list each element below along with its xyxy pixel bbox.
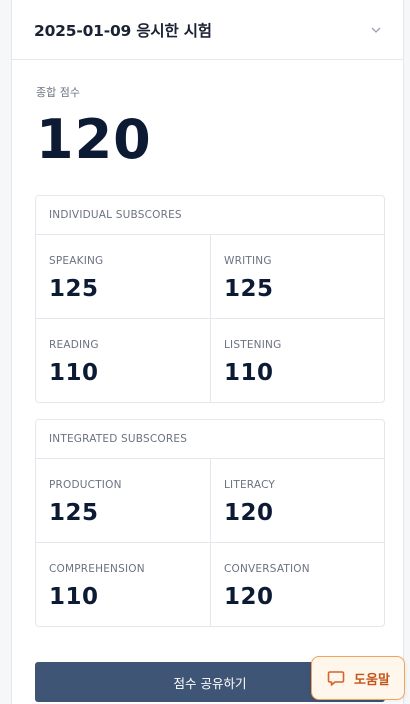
subscore-label: CONVERSATION [224,563,310,575]
subscore-value: 125 [49,276,99,302]
help-button[interactable]: 도움말 [311,656,405,700]
subscore-literacy: LITERACY 120 [211,459,384,543]
exam-date-dropdown[interactable]: 2025-01-09 응시한 시험 [12,0,403,60]
chevron-down-icon[interactable] [369,23,383,37]
subscore-label: SPEAKING [49,255,104,267]
subscore-speaking: SPEAKING 125 [36,235,211,319]
individual-subscores-title: INDIVIDUAL SUBSCORES [36,196,384,235]
subscore-label: READING [49,339,99,351]
subscore-value: 125 [49,500,99,526]
subscore-value: 110 [49,360,99,386]
subscore-label: PRODUCTION [49,479,122,491]
score-card: 2025-01-09 응시한 시험 종합 점수 120 INDIVIDUAL S… [11,0,404,704]
subscore-label: COMPREHENSION [49,563,145,575]
subscore-value: 125 [224,276,274,302]
subscore-conversation: CONVERSATION 120 [211,543,384,626]
subscore-label: LISTENING [224,339,282,351]
subscore-writing: WRITING 125 [211,235,384,319]
individual-subscores-section: INDIVIDUAL SUBSCORES SPEAKING 125 WRITIN… [35,195,385,403]
exam-date-title: 2025-01-09 응시한 시험 [34,21,212,40]
integrated-subscores-section: INTEGRATED SUBSCORES PRODUCTION 125 LITE… [35,419,385,627]
overall-score-label: 종합 점수 [36,86,80,99]
subscore-value: 120 [224,584,274,610]
subscore-comprehension: COMPREHENSION 110 [36,543,211,626]
subscore-value: 110 [224,360,274,386]
subscore-listening: LISTENING 110 [211,319,384,402]
subscore-value: 120 [224,500,274,526]
chat-bubble-icon [326,668,346,688]
overall-score-value: 120 [36,108,152,171]
subscore-label: LITERACY [224,479,276,491]
subscore-reading: READING 110 [36,319,211,402]
help-label: 도움말 [354,672,390,688]
subscore-label: WRITING [224,255,272,267]
subscore-value: 110 [49,584,99,610]
subscore-production: PRODUCTION 125 [36,459,211,543]
integrated-subscores-title: INTEGRATED SUBSCORES [36,420,384,459]
